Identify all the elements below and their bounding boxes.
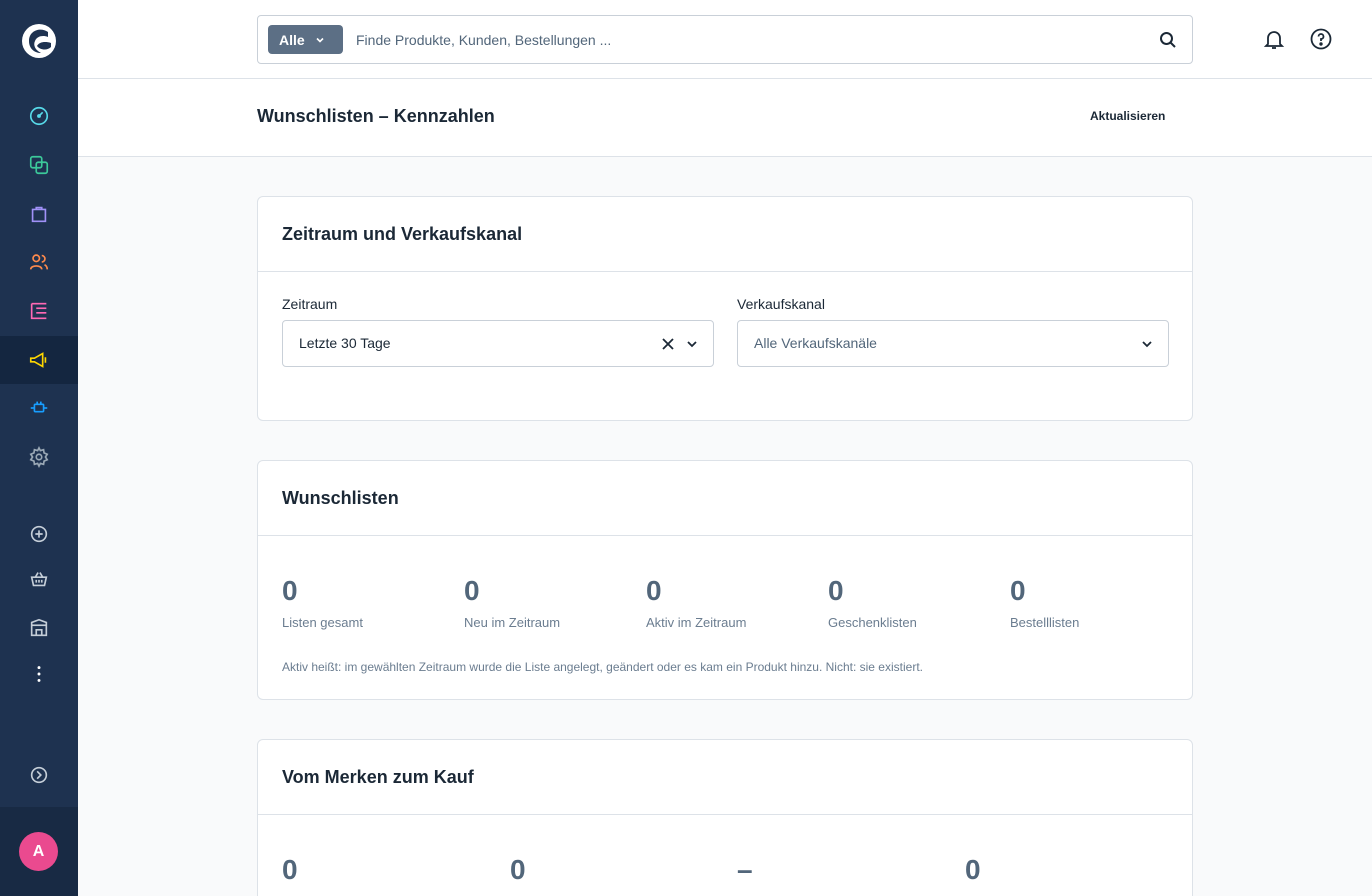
sidebar-item-dashboard[interactable] [0, 92, 78, 140]
search-type-label: Alle [279, 31, 305, 48]
kpi-value: 0 [828, 575, 844, 606]
channel-select[interactable]: Alle Verkaufskanäle [737, 320, 1169, 367]
kpi-label: Aktiv im Zeitraum [646, 615, 747, 630]
search-bar: Alle [257, 15, 1193, 64]
kpi-value: 0 [282, 575, 298, 606]
plug-icon [30, 401, 48, 413]
period-select[interactable]: Letzte 30 Tage [282, 320, 714, 367]
megaphone-icon [29, 352, 47, 368]
filters-card-title: Zeitraum und Verkaufskanal [282, 224, 523, 244]
copy-icon [29, 155, 49, 175]
channel-label: Verkaufskanal [737, 296, 825, 312]
more-vertical-icon [37, 666, 41, 682]
channel-value: Alle Verkaufskanäle [754, 335, 877, 351]
wishlists-card: Wunschlisten 0 Listen gesamt 0 Neu im Ze… [257, 460, 1193, 700]
avatar[interactable]: A [19, 832, 58, 871]
help-icon[interactable] [1309, 27, 1333, 51]
filters-card: Zeitraum und Verkaufskanal Zeitraum Letz… [257, 196, 1193, 421]
conversion-card-title: Vom Merken zum Kauf [282, 767, 474, 787]
sidebar-item-customers[interactable] [0, 238, 78, 286]
kpi-label: Geschenklisten [828, 615, 917, 630]
gauge-icon [29, 106, 49, 126]
sidebar-item-settings[interactable] [0, 433, 78, 481]
page-title: Wunschlisten – Kennzahlen [257, 106, 495, 126]
shopping-bag-icon [31, 206, 47, 223]
close-icon[interactable] [661, 337, 675, 351]
building-icon [30, 618, 48, 637]
kpi-value: 0 [510, 854, 526, 885]
search-icon[interactable] [1158, 30, 1178, 50]
chevron-down-icon [1142, 341, 1152, 348]
content-list-icon [30, 302, 47, 320]
wishlists-note: Aktiv heißt: im gewählten Zeitraum wurde… [282, 660, 923, 674]
kpi-value: 0 [1010, 575, 1026, 606]
bell-icon[interactable] [1262, 27, 1286, 51]
search-input[interactable] [356, 26, 1136, 54]
sidebar-item-marketing[interactable] [0, 336, 78, 384]
period-value: Letzte 30 Tage [299, 335, 391, 351]
chevron-down-icon [316, 37, 324, 43]
wishlists-card-title: Wunschlisten [282, 488, 399, 508]
search-type-dropdown[interactable]: Alle [268, 25, 343, 54]
chevron-down-icon [687, 341, 697, 348]
sidebar-item-extensions[interactable] [0, 384, 78, 432]
sidebar-item-content[interactable] [0, 287, 78, 335]
kpi-label: Listen gesamt [282, 615, 363, 630]
refresh-button[interactable]: Aktualisieren [1090, 109, 1165, 123]
kpi-label: Neu im Zeitraum [464, 615, 561, 630]
sidebar-item-more[interactable] [0, 650, 78, 698]
divider [258, 271, 1192, 272]
sidebar: A [0, 0, 78, 896]
sidebar-item-add-sales-channel[interactable] [0, 510, 78, 558]
conversion-card: Vom Merken zum Kauf 0 0 – 0 [257, 739, 1193, 896]
kpi-value: 0 [646, 575, 662, 606]
basket-icon [30, 572, 48, 587]
kpi-value: 0 [282, 854, 298, 885]
divider [258, 814, 1192, 815]
top-bar: Alle [78, 0, 1372, 79]
sidebar-item-storefront[interactable] [0, 555, 78, 603]
sidebar-item-orders[interactable] [0, 190, 78, 238]
divider [258, 535, 1192, 536]
sidebar-item-headless[interactable] [0, 604, 78, 652]
period-label: Zeitraum [282, 296, 338, 312]
page-header: Wunschlisten – Kennzahlen Aktualisieren [78, 79, 1372, 157]
plus-circle-icon [30, 525, 48, 543]
kpi-value: – [737, 854, 753, 885]
kpi-label: Bestelllisten [1010, 615, 1080, 630]
shopware-logo-icon[interactable] [21, 23, 57, 59]
gear-icon [29, 446, 49, 468]
sidebar-expand-button[interactable] [0, 751, 78, 799]
chevron-circle-right-icon [30, 766, 48, 784]
users-icon [29, 254, 49, 270]
kpi-value: 0 [464, 575, 480, 606]
sidebar-item-catalogues[interactable] [0, 141, 78, 189]
kpi-value: 0 [965, 854, 981, 885]
